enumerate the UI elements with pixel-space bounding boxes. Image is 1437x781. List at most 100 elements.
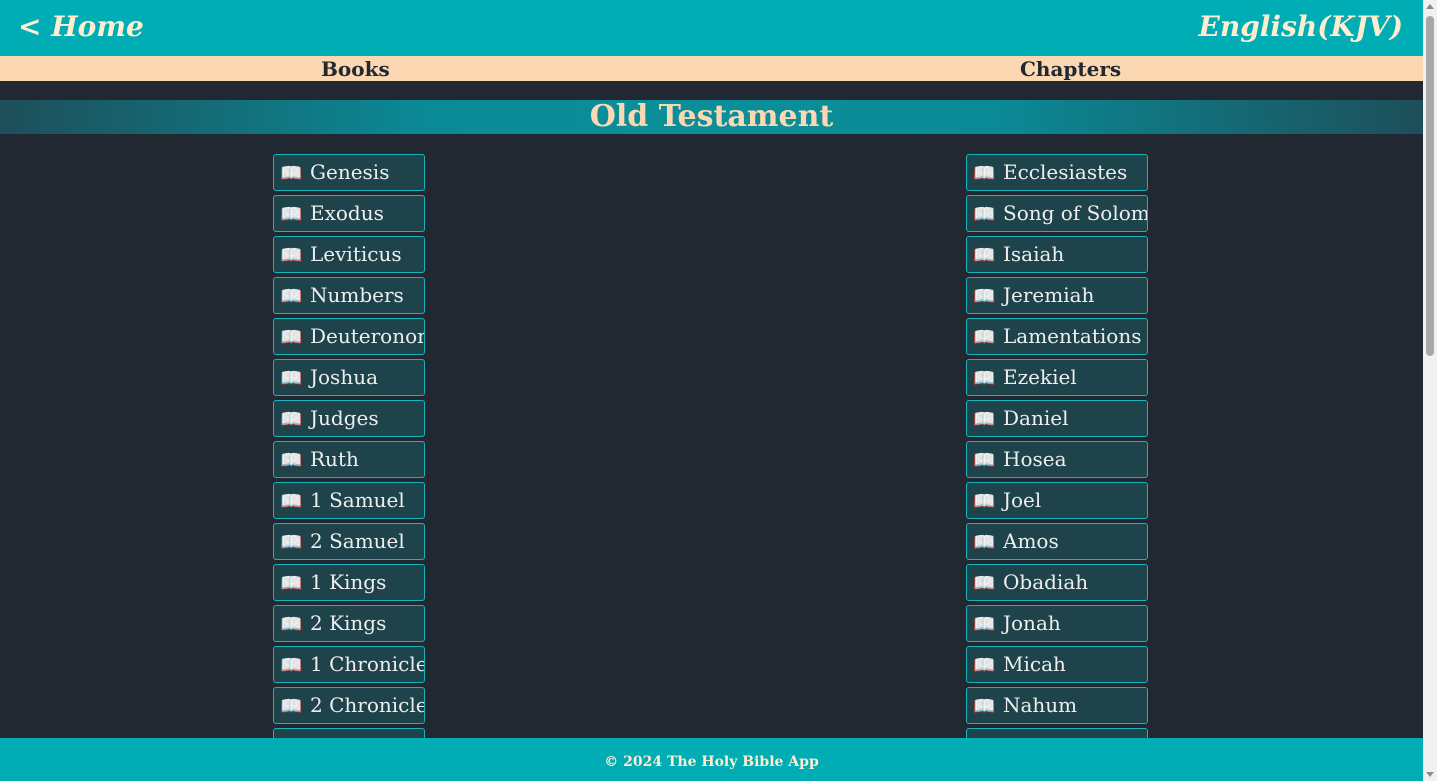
book-name: Leviticus [310,242,402,266]
book-name: Numbers [310,283,404,307]
scroll-up-arrow-icon[interactable] [1426,4,1434,9]
open-book-icon: 📖 [973,327,996,348]
scroll-down-arrow-icon[interactable] [1426,772,1434,777]
open-book-icon: 📖 [280,532,303,553]
book-name: Lamentations [1003,324,1142,348]
open-book-icon: 📖 [973,450,996,471]
book-list-left: 📖 Genesis 📖 Exodus 📖 Leviticus 📖 Numbers 📖 De… [273,154,425,769]
book-name: Amos [1003,529,1059,553]
section-banner: Old Testament [0,100,1423,134]
book-button-1-samuel[interactable]: 📖 1 Samuel [273,482,425,519]
home-link[interactable]: < Home [18,10,144,43]
book-name: Isaiah [1003,242,1065,266]
book-name: Ecclesiastes [1003,160,1128,184]
open-book-icon: 📖 [280,450,303,471]
book-button-joel[interactable]: 📖 Joel [966,482,1148,519]
book-button-jeremiah[interactable]: 📖 Jeremiah [966,277,1148,314]
open-book-icon: 📖 [280,655,303,676]
open-book-icon: 📖 [280,163,303,184]
book-list-right: 📖 Ecclesiastes 📖 Song of Solomon 📖 Isaiah 📖… [966,154,1148,769]
book-button-hosea[interactable]: 📖 Hosea [966,441,1148,478]
open-book-icon: 📖 [973,409,996,430]
open-book-icon: 📖 [280,286,303,307]
book-name: 2 Kings [310,611,387,635]
open-book-icon: 📖 [280,245,303,266]
book-button-amos[interactable]: 📖 Amos [966,523,1148,560]
book-name: Daniel [1003,406,1069,430]
book-name: 2 Chronicles [310,693,424,717]
top-nav-bar: < Home English(KJV) [0,0,1423,56]
book-name: Jonah [1003,611,1061,635]
footer: © 2024 The Holy Bible App [0,738,1423,781]
book-button-jonah[interactable]: 📖 Jonah [966,605,1148,642]
book-name: 1 Samuel [310,488,405,512]
book-button-nahum[interactable]: 📖 Nahum [966,687,1148,724]
tab-books[interactable]: Books [321,57,390,81]
open-book-icon: 📖 [280,409,303,430]
open-book-icon: 📖 [973,245,996,266]
open-book-icon: 📖 [973,573,996,594]
book-name: 2 Samuel [310,529,405,553]
language-selector[interactable]: English(KJV) [1199,10,1403,43]
scrollbar-thumb[interactable] [1426,16,1434,356]
book-name: Hosea [1003,447,1067,471]
open-book-icon: 📖 [973,696,996,717]
open-book-icon: 📖 [280,327,303,348]
book-button-2-chronicles[interactable]: 📖 2 Chronicles [273,687,425,724]
book-name: Joel [1003,488,1042,512]
book-name: 1 Kings [310,570,387,594]
open-book-icon: 📖 [973,204,996,225]
tab-chapters[interactable]: Chapters [1020,57,1121,81]
book-button-micah[interactable]: 📖 Micah [966,646,1148,683]
book-button-2-samuel[interactable]: 📖 2 Samuel [273,523,425,560]
book-name: 1 Chronicles [310,652,424,676]
book-button-daniel[interactable]: 📖 Daniel [966,400,1148,437]
book-name: Genesis [310,160,390,184]
open-book-icon: 📖 [280,696,303,717]
book-button-joshua[interactable]: 📖 Joshua [273,359,425,396]
open-book-icon: 📖 [973,532,996,553]
open-book-icon: 📖 [973,286,996,307]
open-book-icon: 📖 [973,163,996,184]
open-book-icon: 📖 [280,614,303,635]
open-book-icon: 📖 [973,368,996,389]
book-button-2-kings[interactable]: 📖 2 Kings [273,605,425,642]
tab-bar: Books Chapters [0,56,1423,81]
open-book-icon: 📖 [973,491,996,512]
section-title: Old Testament [589,99,834,134]
book-button-ezekiel[interactable]: 📖 Ezekiel [966,359,1148,396]
book-button-numbers[interactable]: 📖 Numbers [273,277,425,314]
book-name: Nahum [1003,693,1078,717]
book-name: Micah [1003,652,1066,676]
book-button-song-of-solomon[interactable]: 📖 Song of Solomon [966,195,1148,232]
book-button-1-kings[interactable]: 📖 1 Kings [273,564,425,601]
book-button-lamentations[interactable]: 📖 Lamentations [966,318,1148,355]
vertical-scrollbar[interactable] [1423,0,1437,781]
book-button-1-chronicles[interactable]: 📖 1 Chronicles [273,646,425,683]
book-button-ecclesiastes[interactable]: 📖 Ecclesiastes [966,154,1148,191]
page: < Home English(KJV) Books Chapters Old T… [0,0,1423,781]
book-name: Judges [310,406,379,430]
book-button-exodus[interactable]: 📖 Exodus [273,195,425,232]
book-button-ruth[interactable]: 📖 Ruth [273,441,425,478]
book-button-deuteronomy[interactable]: 📖 Deuteronomy [273,318,425,355]
open-book-icon: 📖 [280,368,303,389]
book-button-obadiah[interactable]: 📖 Obadiah [966,564,1148,601]
book-name: Ezekiel [1003,365,1077,389]
book-name: Song of Solomon [1003,201,1148,225]
copyright-text: © 2024 The Holy Bible App [604,754,819,770]
book-button-isaiah[interactable]: 📖 Isaiah [966,236,1148,273]
open-book-icon: 📖 [973,614,996,635]
book-button-genesis[interactable]: 📖 Genesis [273,154,425,191]
book-name: Obadiah [1003,570,1089,594]
open-book-icon: 📖 [973,655,996,676]
book-name: Exodus [310,201,384,225]
open-book-icon: 📖 [280,204,303,225]
book-name: Deuteronomy [310,324,424,348]
open-book-icon: 📖 [280,573,303,594]
book-name: Joshua [310,365,379,389]
book-button-judges[interactable]: 📖 Judges [273,400,425,437]
book-name: Ruth [310,447,359,471]
book-name: Jeremiah [1003,283,1095,307]
book-button-leviticus[interactable]: 📖 Leviticus [273,236,425,273]
